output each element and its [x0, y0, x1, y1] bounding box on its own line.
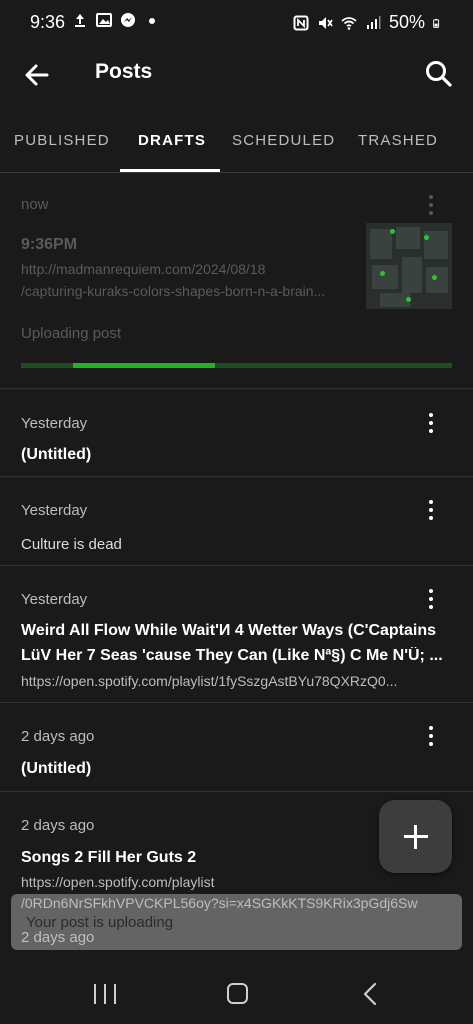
image-icon [96, 13, 112, 27]
list-item[interactable]: Yesterday Weird All Flow While Wait'И 4 … [0, 566, 473, 703]
post-url: http://madmanrequiem.com/2024/08/18 [21, 261, 266, 277]
snackbar: Your post is uploading [11, 894, 462, 950]
post-date: Yesterday [21, 415, 88, 432]
status-time: 9:36 [30, 12, 66, 32]
post-thumbnail [366, 223, 452, 309]
app-bar: Posts [0, 44, 473, 104]
post-title-continued: LüV Her 7 Seas 'cause They Can (Like Nª§… [21, 647, 443, 664]
signal-icon [366, 15, 381, 29]
mute-icon [318, 16, 333, 29]
more-options-icon[interactable] [421, 724, 441, 750]
upload-status: Uploading post [21, 325, 122, 342]
home-icon[interactable] [227, 983, 248, 1004]
wifi-icon [341, 16, 357, 30]
more-options-icon[interactable] [421, 193, 441, 219]
post-url: https://open.spotify.com/playlist [21, 874, 215, 890]
tab-scheduled[interactable]: SCHEDULED [232, 120, 334, 172]
post-title: (Untitled) [21, 446, 92, 463]
post-url-continued: /capturing-kuraks-colors-shapes-born-n-a… [21, 283, 326, 299]
battery-icon [433, 18, 440, 28]
nfc-icon [293, 15, 309, 30]
post-title: Weird All Flow While Wait'И 4 Wetter Way… [21, 622, 437, 639]
post-url: https://open.spotify.com/playlist/1fySsz… [21, 673, 398, 689]
new-post-button[interactable] [379, 800, 452, 873]
post-title: (Untitled) [21, 760, 92, 777]
status-bar: 9:36 50% [0, 0, 473, 44]
tab-published[interactable]: PUBLISHED [14, 120, 109, 172]
upload-icon [75, 14, 85, 27]
page-title: Posts [95, 60, 153, 83]
tab-trashed[interactable]: TRASHED [358, 120, 438, 172]
post-time: 9:36PM [21, 236, 78, 253]
post-date: now [21, 196, 49, 213]
upload-progress-fill [72, 363, 215, 368]
post-date: Yesterday [21, 591, 88, 608]
post-date: Yesterday [21, 502, 88, 519]
battery-percent: 50% [388, 12, 425, 32]
more-options-icon[interactable] [421, 498, 441, 524]
upload-progress-bar [21, 363, 452, 368]
more-options-icon[interactable] [421, 411, 441, 437]
tab-bar: PUBLISHED DRAFTS SCHEDULED TRASHED [0, 120, 473, 173]
post-date: 2 days ago [21, 728, 95, 745]
system-nav-bar [0, 965, 473, 1024]
list-item[interactable]: Yesterday Culture is dead [0, 477, 473, 566]
list-item[interactable]: 2 days ago (Untitled) [0, 703, 473, 792]
list-item[interactable]: Yesterday (Untitled) [0, 389, 473, 477]
back-icon[interactable] [360, 981, 380, 1007]
dot-icon [149, 18, 155, 24]
messenger-icon [121, 13, 135, 27]
snackbar-message: Your post is uploading [26, 914, 174, 931]
tab-drafts[interactable]: DRAFTS [120, 120, 220, 172]
more-options-icon[interactable] [421, 587, 441, 613]
search-icon[interactable] [423, 58, 455, 90]
recents-icon[interactable] [94, 984, 116, 1004]
post-date: 2 days ago [21, 817, 95, 834]
post-excerpt: Culture is dead [21, 536, 122, 553]
arrow-left-icon[interactable] [22, 60, 52, 90]
list-item[interactable]: now 9:36PM http://madmanrequiem.com/2024… [0, 173, 473, 389]
